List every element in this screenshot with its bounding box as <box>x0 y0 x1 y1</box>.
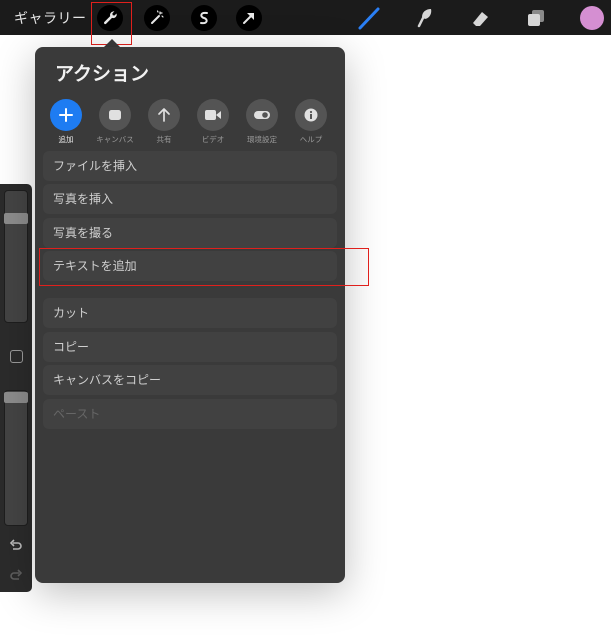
insert-file-item[interactable]: ファイルを挿入 <box>43 151 337 181</box>
left-sidebar <box>0 184 32 592</box>
info-icon <box>304 108 318 122</box>
opacity-slider[interactable] <box>4 390 28 526</box>
eraser-icon[interactable] <box>467 5 493 31</box>
panel-title: アクション <box>55 63 150 85</box>
gallery-button[interactable]: ギャラリー <box>14 8 87 28</box>
take-photo-item[interactable]: 写真を撮る <box>43 218 337 248</box>
toggle-icon <box>254 111 270 119</box>
paste-item[interactable]: ペースト <box>43 399 337 429</box>
cut-item[interactable]: カット <box>43 298 337 328</box>
tab-prefs[interactable]: 環境設定 <box>239 99 285 145</box>
eyedropper-square-icon[interactable] <box>10 350 23 363</box>
opacity-slider-handle[interactable] <box>4 392 28 403</box>
canvas-icon <box>109 110 121 120</box>
tab-label: 環境設定 <box>247 135 277 144</box>
tab-help[interactable]: ヘルプ <box>288 99 334 145</box>
actions-panel: アクション 追加 キャンバス 共有 ビデオ 環境設定 ヘルプ ファイルを挿入 写… <box>35 47 345 583</box>
actions-tabs: 追加 キャンバス 共有 ビデオ 環境設定 ヘルプ <box>43 99 337 145</box>
tab-label: 共有 <box>156 135 172 144</box>
video-camera-icon <box>205 110 221 120</box>
color-swatch-icon[interactable] <box>580 6 604 30</box>
redo-icon[interactable] <box>8 568 24 584</box>
brush-size-slider-handle[interactable] <box>4 213 28 224</box>
panel-pointer <box>104 39 120 47</box>
layers-icon[interactable] <box>523 5 549 31</box>
brush-icon[interactable] <box>356 5 382 31</box>
plus-icon <box>59 108 73 122</box>
magic-wand-icon[interactable] <box>144 5 170 31</box>
copy-canvas-item[interactable]: キャンバスをコピー <box>43 365 337 395</box>
tab-add[interactable]: 追加 <box>43 99 89 145</box>
add-text-highlight <box>39 248 369 286</box>
share-arrow-icon <box>158 108 170 122</box>
tab-label: ビデオ <box>201 135 225 144</box>
tab-label: キャンバス <box>96 135 134 144</box>
copy-item[interactable]: コピー <box>43 332 337 362</box>
tab-label: 追加 <box>58 135 74 144</box>
brush-size-slider[interactable] <box>4 190 28 323</box>
smudge-icon[interactable] <box>412 5 438 31</box>
insert-photo-item[interactable]: 写真を挿入 <box>43 184 337 214</box>
selection-icon[interactable] <box>191 5 217 31</box>
tab-share[interactable]: 共有 <box>141 99 187 145</box>
undo-icon[interactable] <box>8 538 24 554</box>
tab-label: ヘルプ <box>299 135 323 144</box>
tab-video[interactable]: ビデオ <box>190 99 236 145</box>
transform-arrow-icon[interactable] <box>236 5 262 31</box>
tab-canvas[interactable]: キャンバス <box>92 99 138 145</box>
